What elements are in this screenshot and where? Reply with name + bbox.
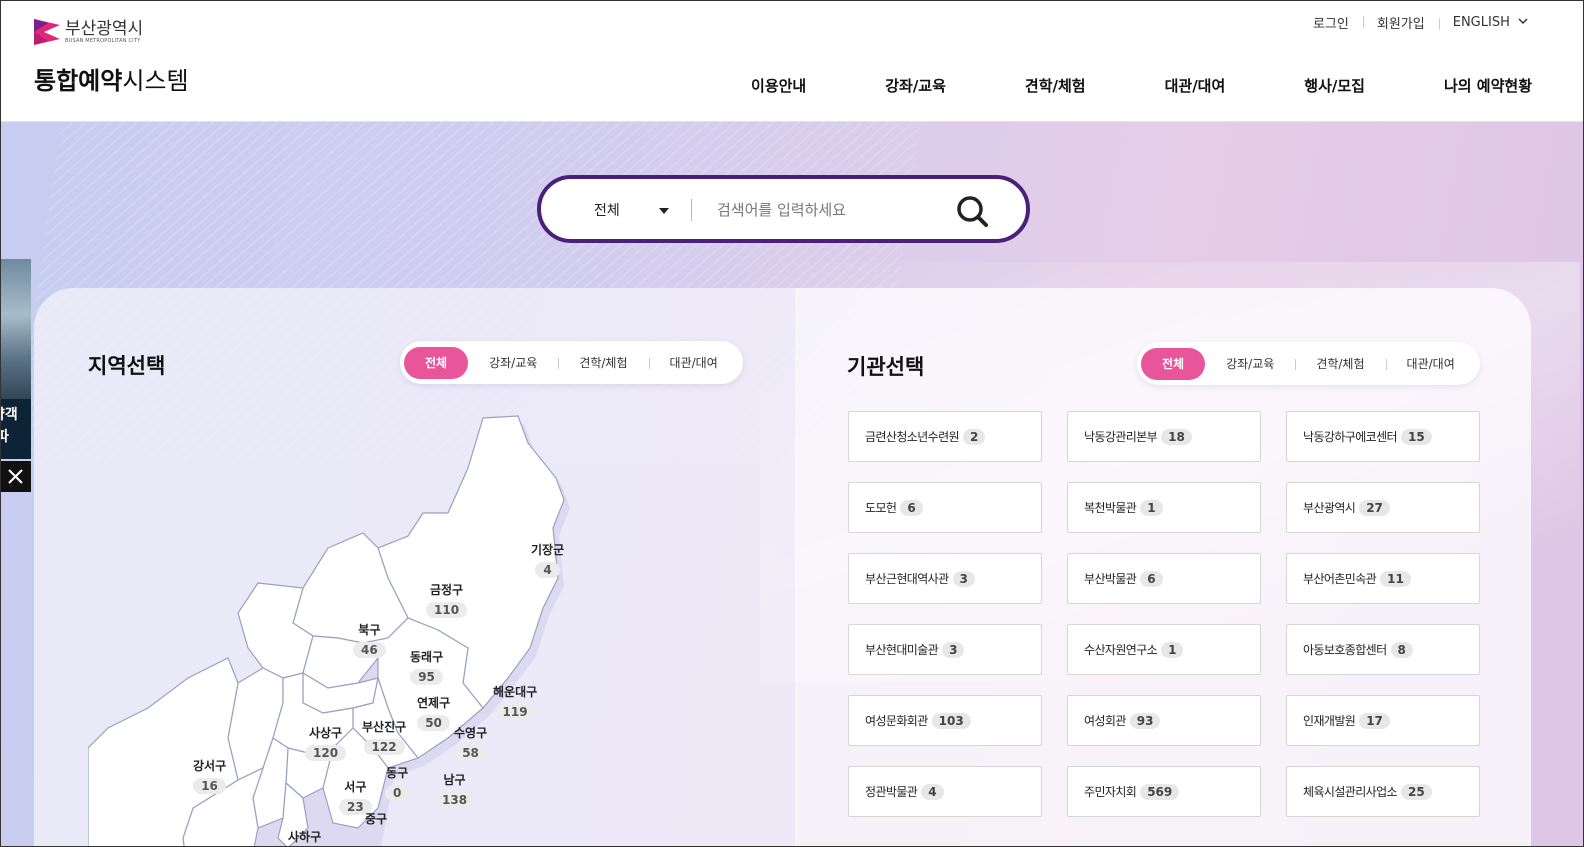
org-item[interactable]: 낙동강관리본부 18 xyxy=(1067,411,1261,462)
org-item[interactable]: 도모헌 6 xyxy=(848,482,1042,533)
district-label-geumjeong[interactable]: 금정구 110 xyxy=(426,581,468,618)
close-icon xyxy=(8,469,23,484)
district-label-dong[interactable]: 동구 0 xyxy=(385,764,410,801)
district-label-sasang[interactable]: 사상구 120 xyxy=(305,724,347,761)
logo-name: 부산광역시 xyxy=(65,18,144,39)
region-tab-all[interactable]: 전체 xyxy=(404,346,469,379)
region-tabs: 전체 강좌/교육 견학/체험 대관/대여 xyxy=(400,341,743,384)
region-tab-rental[interactable]: 대관/대여 xyxy=(648,347,739,379)
org-item[interactable]: 인재개발원 17 xyxy=(1286,695,1480,746)
chevron-down-icon xyxy=(1518,18,1528,25)
district-label-saha[interactable]: 사하구 xyxy=(288,828,321,845)
org-tab-all[interactable]: 전체 xyxy=(1141,347,1206,380)
org-list: 금련산청소년수련원 2 낙동강관리본부 18 낙동강하구에코센터 15 도모헌 6 복천… xyxy=(848,411,1480,817)
org-item[interactable]: 낙동강하구에코센터 15 xyxy=(1286,411,1480,462)
login-link[interactable]: 로그인 xyxy=(1299,13,1363,32)
search-divider xyxy=(691,199,692,221)
district-label-jung[interactable]: 중구 xyxy=(365,810,387,827)
district-label-gijang[interactable]: 기장군 4 xyxy=(531,541,564,578)
nav-item-lecture[interactable]: 강좌/교육 xyxy=(885,75,946,96)
nav-item-my-reservation[interactable]: 나의 예약현황 xyxy=(1444,75,1532,96)
district-label-busanjin[interactable]: 부산진구 122 xyxy=(362,718,406,755)
org-item[interactable]: 복천박물관 1 xyxy=(1067,482,1261,533)
district-label-suyeong[interactable]: 수영구 58 xyxy=(454,724,487,761)
district-label-gangseo[interactable]: 강서구 16 xyxy=(193,757,226,794)
org-tabs: 전체 강좌/교육 견학/체험 대관/대여 xyxy=(1137,342,1480,385)
org-item[interactable]: 정관박물관 4 xyxy=(848,766,1042,817)
nav-item-tour[interactable]: 견학/체험 xyxy=(1025,75,1086,96)
district-label-yeonje[interactable]: 연제구 50 xyxy=(417,694,450,731)
org-item[interactable]: 주민자치회 569 xyxy=(1067,766,1261,817)
search-bar: 전체 xyxy=(537,175,1030,243)
region-panel: 지역선택 전체 강좌/교육 견학/체험 대관/대여 기장군 4 금정구 110 … xyxy=(34,288,795,847)
busan-logo-icon xyxy=(34,19,60,45)
side-banner[interactable]: 약객 파 xyxy=(0,259,31,459)
region-title: 지역선택 xyxy=(88,354,166,378)
main-nav: 이용안내 강좌/교육 견학/체험 대관/대여 행사/모집 나의 예약현황 xyxy=(672,75,1532,96)
busan-logo[interactable]: 부산광역시 BUSAN METROPOLITAN CITY xyxy=(34,19,143,45)
selection-panel: 지역선택 전체 강좌/교육 견학/체험 대관/대여 기장군 4 금정구 110 … xyxy=(34,288,1531,847)
join-link[interactable]: 회원가입 xyxy=(1362,13,1439,32)
district-label-dongnae[interactable]: 동래구 95 xyxy=(410,648,443,685)
nav-item-event[interactable]: 행사/모집 xyxy=(1304,75,1365,96)
nav-item-guide[interactable]: 이용안내 xyxy=(751,75,806,96)
org-item[interactable]: 부산어촌민속관 11 xyxy=(1286,553,1480,604)
banner-image xyxy=(0,259,31,399)
search-icon[interactable] xyxy=(952,191,992,231)
org-tab-rental[interactable]: 대관/대여 xyxy=(1385,348,1476,380)
banner-close-button[interactable] xyxy=(0,461,31,492)
org-item[interactable]: 여성회관 93 xyxy=(1067,695,1261,746)
org-item[interactable]: 부산현대미술관 3 xyxy=(848,624,1042,675)
org-tab-tour[interactable]: 견학/체험 xyxy=(1295,348,1385,380)
org-tab-lecture[interactable]: 강좌/교육 xyxy=(1205,348,1295,380)
site-header: 부산광역시 BUSAN METROPOLITAN CITY 통합예약시스템 로그… xyxy=(0,0,1584,122)
region-tab-lecture[interactable]: 강좌/교육 xyxy=(468,347,558,379)
org-item[interactable]: 체육시설관리사업소 25 xyxy=(1286,766,1480,817)
site-title[interactable]: 통합예약시스템 xyxy=(34,61,189,96)
district-label-nam[interactable]: 남구 138 xyxy=(434,771,476,808)
nav-item-rental[interactable]: 대관/대여 xyxy=(1165,75,1226,96)
district-label-haeundae[interactable]: 해운대구 119 xyxy=(493,683,537,720)
org-item[interactable]: 아동보호종합센터 8 xyxy=(1286,624,1480,675)
org-item[interactable]: 금련산청소년수련원 2 xyxy=(848,411,1042,462)
logo-subtitle: BUSAN METROPOLITAN CITY xyxy=(65,37,141,44)
hero-section: 전체 약객 파 지역선택 전체 강좌/교육 견학/체험 대관 xyxy=(0,122,1584,847)
district-label-buk[interactable]: 북구 46 xyxy=(353,621,386,658)
language-select[interactable]: ENGLISH xyxy=(1438,15,1528,30)
org-panel: 기관선택 전체 강좌/교육 견학/체험 대관/대여 금련산청소년수련원 2 낙동강… xyxy=(795,288,1531,847)
org-title: 기관선택 xyxy=(847,355,925,379)
utility-links: 로그인 회원가입 ENGLISH xyxy=(1299,13,1528,32)
search-category-select[interactable]: 전체 xyxy=(594,200,620,220)
org-item[interactable]: 여성문화회관 103 xyxy=(848,695,1042,746)
org-item[interactable]: 수산자원연구소 1 xyxy=(1067,624,1261,675)
org-item[interactable]: 부산박물관 6 xyxy=(1067,553,1261,604)
region-tab-tour[interactable]: 견학/체험 xyxy=(558,347,648,379)
org-item[interactable]: 부산광역시 27 xyxy=(1286,482,1480,533)
org-item[interactable]: 부산근현대역사관 3 xyxy=(848,553,1042,604)
caret-down-icon[interactable] xyxy=(659,208,669,214)
search-input[interactable] xyxy=(717,195,937,225)
